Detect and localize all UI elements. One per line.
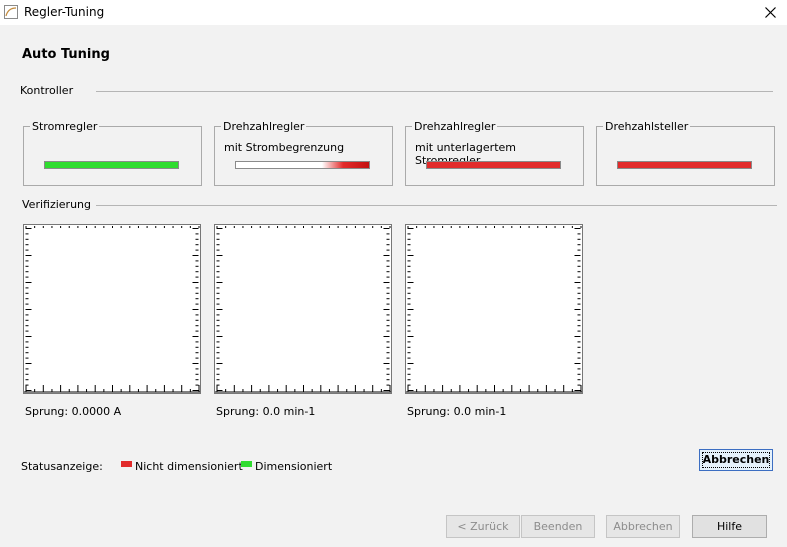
app-icon [4,5,18,19]
section-label-verifizierung: Verifizierung [22,198,91,211]
dialog-body: Auto Tuning Kontroller Stromregler Drehz… [0,25,787,547]
status-bar-drehzahlregler-unterlagert [426,161,561,169]
section-label-kontroller: Kontroller [20,84,74,97]
cancel-button[interactable]: Abbrechen [606,515,680,538]
section-divider [96,205,777,206]
close-icon [765,7,776,18]
group-drehzahlsteller: Drehzahlsteller [596,120,775,186]
status-bar-fill [322,162,369,168]
section-divider [96,91,773,92]
group-stromregler: Stromregler [23,120,202,186]
verification-plot [214,224,392,394]
window-title: Regler-Tuning [24,5,105,19]
plot-caption: Sprung: 0.0 min-1 [216,405,316,418]
plot-caption: Sprung: 0.0000 A [25,405,122,418]
group-drehzahlregler-unterlagert: Drehzahlregler mit unterlagertem Stromre… [405,120,584,186]
legend-swatch-not-dimensioned [121,461,132,467]
group-sublabel: mit Strombegrenzung [224,141,345,154]
status-bar-fill [45,162,178,168]
finish-button[interactable]: Beenden [521,515,595,538]
status-bar-stromregler [44,161,179,169]
status-bar-fill [618,162,751,168]
page-title: Auto Tuning [22,47,110,62]
status-bar-drehzahlsteller [617,161,752,169]
status-bar-drehzahlregler-strombegrenzung [235,161,370,169]
legend-text-dimensioned: Dimensioniert [255,460,333,473]
legend-text-not-dimensioned: Nicht dimensioniert [135,460,243,473]
back-button[interactable]: < Zurück [446,515,520,538]
plot-caption: Sprung: 0.0 min-1 [407,405,507,418]
abort-tuning-button[interactable]: Abbrechen [699,449,773,471]
close-button[interactable] [756,1,786,24]
group-label: Drehzahlregler [412,120,498,133]
group-label: Drehzahlsteller [603,120,691,133]
verification-plot [23,224,201,394]
status-bar-fill [427,162,560,168]
status-label: Statusanzeige: [21,460,103,473]
legend-swatch-dimensioned [241,461,252,467]
title-bar: Regler-Tuning [0,0,787,25]
verification-plot [405,224,583,394]
group-drehzahlregler-strombegrenzung: Drehzahlregler mit Strombegrenzung [214,120,393,186]
group-label: Drehzahlregler [221,120,307,133]
group-label: Stromregler [30,120,100,133]
help-button[interactable]: Hilfe [692,515,767,538]
